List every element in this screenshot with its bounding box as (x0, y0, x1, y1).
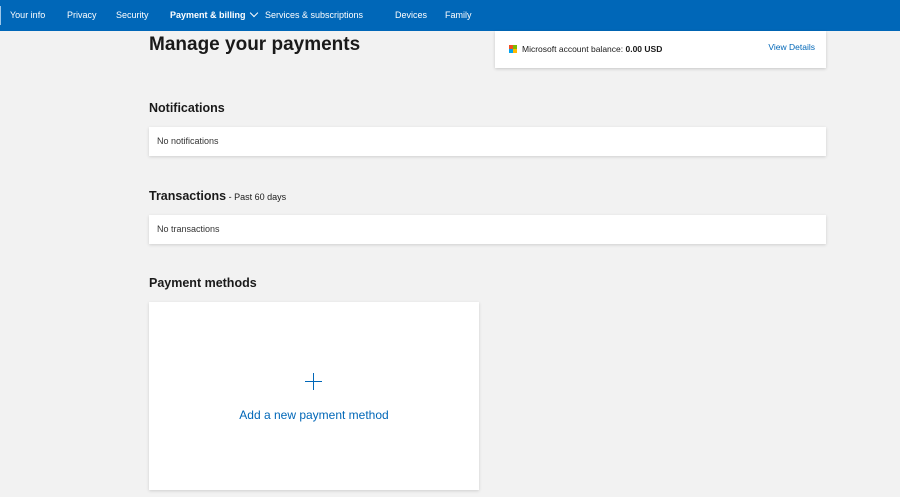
notifications-box: No notifications (149, 127, 826, 156)
transactions-box: No transactions (149, 215, 826, 244)
nav-item-devices[interactable]: Devices (395, 0, 427, 31)
nav-item-security[interactable]: Security (116, 0, 149, 31)
notifications-title: Notifications (149, 101, 225, 115)
nav-item-payment-billing-label: Payment & billing (170, 10, 246, 20)
transactions-empty-text: No transactions (157, 224, 220, 234)
nav-edge-divider (0, 6, 1, 25)
transactions-subtitle: - Past 60 days (226, 192, 287, 202)
payment-methods-title: Payment methods (149, 276, 257, 290)
nav-item-family[interactable]: Family (445, 0, 472, 31)
balance-value: 0.00 USD (625, 44, 663, 54)
nav-item-services-subscriptions[interactable]: Services & subscriptions (265, 0, 363, 31)
balance-text: Microsoft account balance: 0.00 USD (522, 44, 662, 54)
transactions-title-label: Transactions (149, 189, 227, 203)
logo-square-yellow (513, 49, 517, 53)
view-details-link[interactable]: View Details (768, 42, 815, 52)
notifications-empty-text: No notifications (157, 136, 219, 146)
plus-icon (305, 373, 322, 390)
top-nav: Your info Privacy Security Payment & bil… (0, 0, 900, 31)
chevron-down-icon (249, 8, 258, 18)
add-payment-method-card[interactable]: Add a new payment method (149, 302, 479, 490)
transactions-title: Transactions - Past 60 days (149, 189, 286, 203)
balance-card: Microsoft account balance: 0.00 USD View… (495, 31, 826, 68)
nav-item-your-info[interactable]: Your info (10, 0, 45, 31)
add-payment-method-label[interactable]: Add a new payment method (149, 408, 479, 422)
microsoft-logo-icon (509, 45, 517, 53)
balance-label: Microsoft account balance: (522, 44, 624, 54)
nav-item-privacy[interactable]: Privacy (67, 0, 97, 31)
nav-item-payment-billing[interactable]: Payment & billing (170, 0, 258, 31)
page-title: Manage your payments (149, 34, 361, 55)
